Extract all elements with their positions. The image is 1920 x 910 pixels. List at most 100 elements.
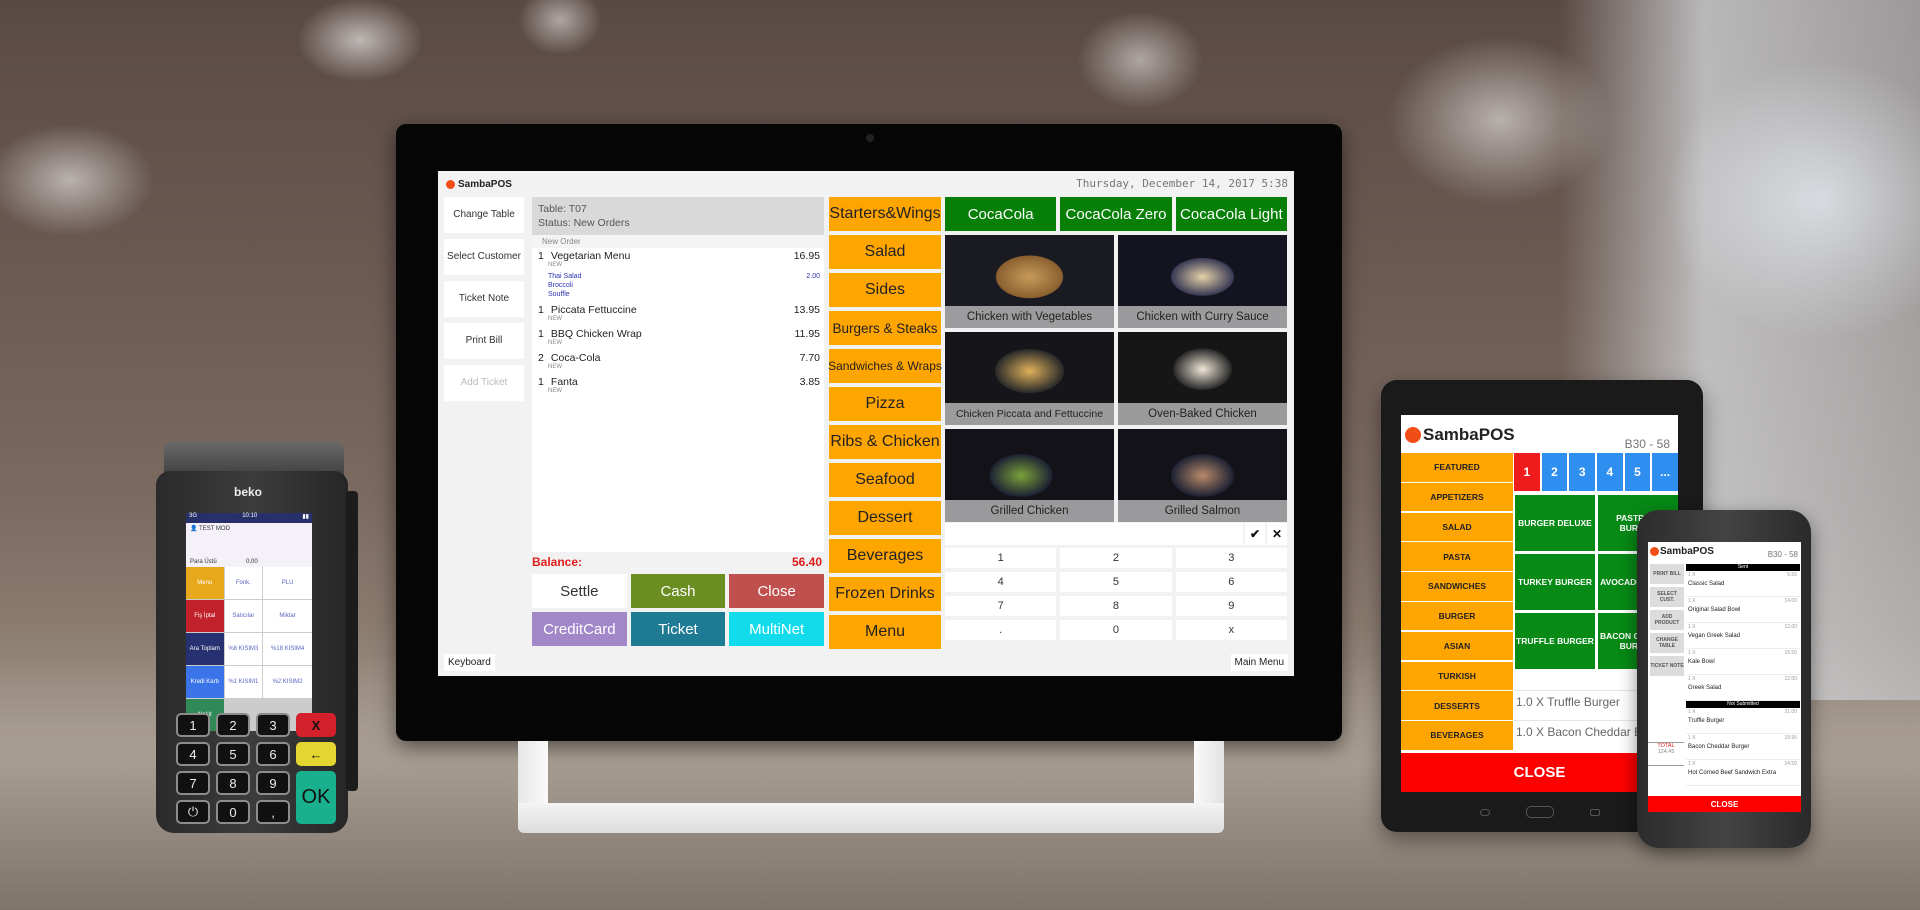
terminal-key[interactable]: 1 [176, 713, 210, 737]
page-button[interactable]: 5 [1624, 453, 1651, 491]
tablet-category[interactable]: TURKISH [1401, 661, 1513, 691]
category-frozen-drinks[interactable]: Frozen Drinks [829, 577, 941, 611]
phone-close-button[interactable]: CLOSE [1648, 796, 1801, 812]
numpad-key[interactable]: 6 [1175, 572, 1287, 592]
numpad-key[interactable]: 7 [945, 596, 1057, 616]
order-line[interactable]: 1 Piccata Fettuccine 13.95 NEW [532, 302, 824, 326]
numpad-key[interactable]: 4 [945, 572, 1057, 592]
product-grilled-salmon[interactable]: Grilled Salmon [1118, 429, 1287, 522]
numpad-key[interactable]: 2 [1060, 548, 1172, 568]
tile-fonk[interactable]: Fonk. [224, 567, 263, 599]
select-customer-button[interactable]: SELECT CUST. [1650, 587, 1684, 607]
phone-order-line[interactable]: 1 X 12.00 Greek Salad [1686, 675, 1800, 701]
product-chicken-with-vegetables[interactable]: Chicken with Vegetables [945, 235, 1114, 328]
tablet-category[interactable]: SANDWICHES [1401, 572, 1513, 601]
phone-order-line[interactable]: 1 X 24.50 Hot Corned Beef Sandwich Extra [1686, 760, 1800, 786]
cancel-key[interactable]: X [296, 713, 336, 737]
tile-kisim4[interactable]: %18 KISIM4 [263, 633, 312, 665]
phone-order-line[interactable]: 1 X 21.00 Truffle Burger [1686, 708, 1800, 734]
tile-kisim1[interactable]: %1 KISIM1 [224, 666, 263, 698]
ticket-note-button[interactable]: TICKET NOTE [1650, 656, 1684, 676]
category-sandwiches-wraps[interactable]: Sandwiches & Wraps [828, 349, 942, 383]
category-sides[interactable]: Sides [829, 273, 941, 307]
terminal-key[interactable]: 8 [216, 771, 250, 795]
cash-button[interactable]: Cash [630, 574, 726, 608]
category-seafood[interactable]: Seafood [829, 463, 941, 497]
multinet-button[interactable]: MultiNet [729, 612, 824, 646]
numpad-key[interactable]: 3 [1175, 548, 1287, 568]
power-key[interactable]: ⏻ [176, 800, 210, 824]
phone-order-line[interactable]: 1 X 19.95 Bacon Cheddar Burger [1686, 734, 1800, 760]
terminal-key[interactable]: 5 [216, 742, 250, 766]
order-line[interactable]: 1 Fanta 3.85 NEW [532, 374, 824, 398]
tablet-category[interactable]: BURGER [1401, 601, 1513, 631]
select-customer-button[interactable]: Select Customer [444, 239, 524, 275]
tile-fis-iptal[interactable]: Fiş İptal [186, 600, 224, 632]
credit-card-button[interactable]: CreditCard [532, 612, 627, 646]
page-button[interactable]: 1 [1514, 453, 1540, 491]
numpad-key[interactable]: 8 [1060, 596, 1172, 616]
tile-saticilar[interactable]: Satıcılar [224, 600, 263, 632]
close-button[interactable]: Close [729, 574, 824, 608]
tile-miktar[interactable]: Miktar [263, 600, 312, 632]
add-product-button[interactable]: ADD PRODUCT [1650, 610, 1684, 630]
terminal-key[interactable]: 4 [176, 742, 210, 766]
tile-menu[interactable]: Menu [186, 567, 224, 599]
backspace-key[interactable]: ← [296, 742, 336, 766]
numpad-key[interactable]: 1 [945, 548, 1057, 568]
category-beverages[interactable]: Beverages [829, 539, 941, 573]
tablet-category[interactable]: DESSERTS [1401, 691, 1513, 720]
numpad-key[interactable]: . [945, 620, 1057, 640]
terminal-key[interactable]: 2 [216, 713, 250, 737]
ok-key[interactable]: OK [296, 771, 336, 824]
tile-plu[interactable]: PLU [263, 567, 312, 599]
order-line[interactable]: 1 Vegetarian Menu 16.95 NEW [532, 248, 824, 272]
tablet-category[interactable]: SALAD [1401, 512, 1513, 542]
tablet-product[interactable]: TRUFFLE BURGER [1515, 613, 1595, 669]
product-cocacola-zero[interactable]: CocaCola Zero [1060, 197, 1172, 231]
product-grilled-chicken[interactable]: Grilled Chicken [945, 429, 1114, 522]
print-bill-button[interactable]: Print Bill [444, 323, 524, 359]
numpad-key[interactable]: 5 [1060, 572, 1172, 592]
product-chicken-with-curry-sauce[interactable]: Chicken with Curry Sauce [1118, 235, 1287, 328]
numpad-input[interactable] [945, 523, 1243, 545]
terminal-key[interactable]: , [256, 800, 290, 824]
tile-kredi-karti[interactable]: Kredi Kartı [186, 666, 224, 698]
product-cocacola-light[interactable]: CocaCola Light [1175, 197, 1287, 231]
change-table-button[interactable]: CHANGE TABLE [1650, 633, 1684, 653]
ticket-payment-button[interactable]: Ticket [630, 612, 726, 646]
category-ribs-chicken[interactable]: Ribs & Chicken [829, 425, 941, 459]
tablet-product[interactable]: BURGER DELUXE [1515, 495, 1595, 551]
tile-kisim3[interactable]: %8 KISIM3 [224, 633, 263, 665]
tablet-category[interactable]: BEVERAGES [1401, 721, 1513, 750]
check-icon[interactable]: ✔ [1245, 523, 1265, 545]
back-icon[interactable] [1590, 808, 1600, 816]
recent-apps-icon[interactable] [1480, 808, 1490, 816]
tablet-product[interactable]: TURKEY BURGER [1515, 554, 1595, 610]
page-button[interactable]: 3 [1569, 453, 1595, 491]
terminal-key[interactable]: 7 [176, 771, 210, 795]
main-menu-button[interactable]: Main Menu [1230, 654, 1288, 671]
tablet-category[interactable]: PASTA [1401, 542, 1513, 571]
numpad-key[interactable]: 0 [1060, 620, 1172, 640]
close-icon[interactable]: ✕ [1267, 523, 1287, 545]
phone-order-line[interactable]: 1 X 12.00 Vegan Greek Salad [1686, 623, 1800, 649]
category-salad[interactable]: Salad [829, 235, 941, 269]
terminal-key[interactable]: 3 [256, 713, 290, 737]
product-chicken-piccata[interactable]: Chicken Piccata and Fettuccine [945, 332, 1114, 425]
page-button[interactable]: 4 [1596, 453, 1623, 491]
tile-ara-toplam[interactable]: Ara Toplam [186, 633, 224, 665]
category-menu[interactable]: Menu [829, 615, 941, 649]
more-pages-button[interactable]: ... [1652, 453, 1678, 491]
phone-order-line[interactable]: 1 X 14.00 Original Salad Bowl [1686, 597, 1800, 623]
product-oven-baked-chicken[interactable]: Oven-Baked Chicken [1118, 332, 1287, 425]
numpad-key[interactable]: x [1175, 620, 1287, 640]
terminal-key[interactable]: 6 [256, 742, 290, 766]
tile-kisim2[interactable]: %2 KISIM2 [263, 666, 312, 698]
settle-button[interactable]: Settle [532, 574, 627, 608]
order-line[interactable]: 1 BBQ Chicken Wrap 11.95 NEW [532, 326, 824, 350]
category-starters-wings[interactable]: Starters&Wings [829, 197, 941, 231]
product-cocacola[interactable]: CocaCola [945, 197, 1057, 231]
numpad-key[interactable]: 9 [1175, 596, 1287, 616]
terminal-key[interactable]: 9 [256, 771, 290, 795]
